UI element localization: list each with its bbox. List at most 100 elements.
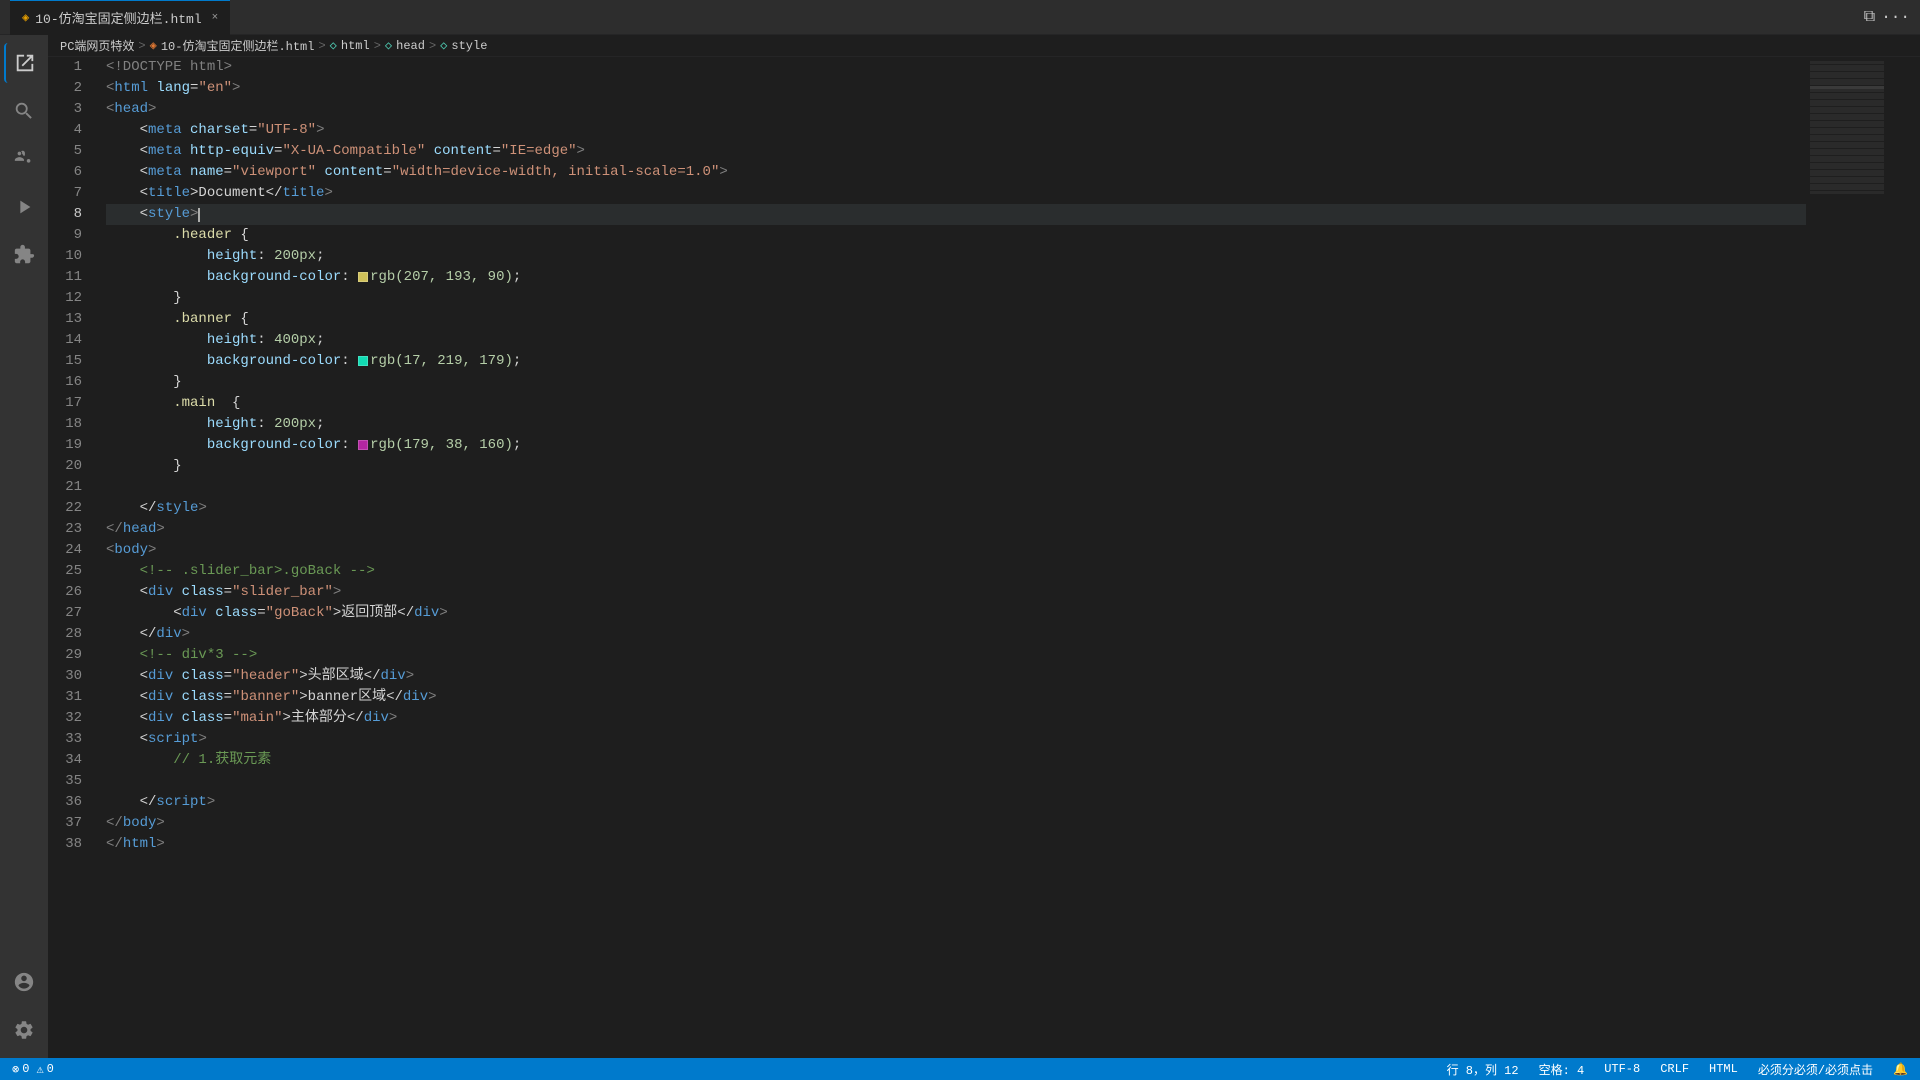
error-count: 0: [22, 1062, 29, 1076]
code-line: <body>: [106, 540, 1806, 561]
status-bar: ⊗ 0 ⚠ 0 行 8，列 12 空格: 4 UTF-8 CRLF HTML 必…: [0, 1058, 1920, 1080]
code-token: >banner区域</: [299, 687, 403, 708]
code-token: [106, 267, 207, 288]
breadcrumb-head-tag[interactable]: head: [396, 39, 425, 53]
breadcrumb-html-icon: ◈: [150, 38, 157, 53]
code-token: class: [182, 708, 224, 729]
code-line: height: 200px;: [106, 246, 1806, 267]
code-token: [173, 666, 181, 687]
tab-close-button[interactable]: ×: [212, 12, 219, 24]
breadcrumb-html-tag[interactable]: html: [341, 39, 370, 53]
code-token: "en": [198, 78, 232, 99]
code-token: title: [148, 183, 190, 204]
code-token: <: [106, 687, 148, 708]
code-token: [425, 141, 433, 162]
code-line: }: [106, 288, 1806, 309]
code-line: height: 400px;: [106, 330, 1806, 351]
account-icon[interactable]: [4, 962, 44, 1002]
code-token: div: [148, 666, 173, 687]
explorer-icon[interactable]: [4, 43, 44, 83]
encoding-status[interactable]: UTF-8: [1600, 1058, 1644, 1080]
settings-icon[interactable]: [4, 1010, 44, 1050]
search-icon[interactable]: [4, 91, 44, 131]
code-token: >: [428, 687, 436, 708]
code-area[interactable]: 1234567891011121314151617181920212223242…: [48, 57, 1806, 1058]
code-token: >: [190, 204, 198, 225]
code-token: div: [148, 708, 173, 729]
extensions-icon[interactable]: [4, 235, 44, 275]
code-line: <div class="main">主体部分</div>: [106, 708, 1806, 729]
code-token: meta: [148, 120, 182, 141]
code-token: <: [106, 582, 148, 603]
errors-status[interactable]: ⊗ 0 ⚠ 0: [8, 1058, 58, 1080]
code-token: >头部区域</: [299, 666, 380, 687]
code-token: </: [106, 624, 156, 645]
code-token: style: [156, 498, 198, 519]
code-token: =: [224, 708, 232, 729]
feedback-status[interactable]: 必须分必须/必须点击: [1754, 1058, 1877, 1080]
code-token: <: [106, 666, 148, 687]
run-debug-icon[interactable]: [4, 187, 44, 227]
code-token: style: [148, 204, 190, 225]
code-line: </div>: [106, 624, 1806, 645]
code-token: :: [341, 435, 358, 456]
code-token: "width=device-width, initial-scale=1.0": [392, 162, 720, 183]
code-token: >返回顶部</: [333, 603, 414, 624]
breadcrumb-folder[interactable]: PC端网页特效: [60, 37, 134, 54]
code-line: <meta http-equiv="X-UA-Compatible" conte…: [106, 141, 1806, 162]
color-swatch: [358, 440, 368, 450]
language-status[interactable]: HTML: [1705, 1058, 1742, 1080]
code-token: ;: [316, 414, 324, 435]
code-token: <: [106, 603, 182, 624]
editor-area[interactable]: 1234567891011121314151617181920212223242…: [48, 57, 1906, 1058]
code-token: >: [198, 729, 206, 750]
line-number: 24: [48, 540, 82, 561]
breadcrumb-file[interactable]: 10-仿淘宝固定侧边栏.html: [161, 37, 315, 54]
code-token: <: [106, 141, 148, 162]
notifications-status[interactable]: 🔔: [1889, 1058, 1912, 1080]
split-editor-button[interactable]: ⧉: [1864, 8, 1875, 26]
line-number: 18: [48, 414, 82, 435]
code-line: </script>: [106, 792, 1806, 813]
language-label: HTML: [1709, 1062, 1738, 1076]
line-number: 11: [48, 267, 82, 288]
line-number: 28: [48, 624, 82, 645]
code-content[interactable]: <!DOCTYPE html><html lang="en"><head> <m…: [90, 57, 1806, 1058]
color-swatch: [358, 356, 368, 366]
code-line: [106, 771, 1806, 792]
code-token: }: [106, 372, 182, 393]
breadcrumb-style-tag[interactable]: style: [451, 39, 487, 53]
code-token: <: [106, 204, 148, 225]
line-number: 3: [48, 99, 82, 120]
code-token: height: [207, 414, 257, 435]
line-col-status[interactable]: 行 8，列 12: [1443, 1058, 1523, 1080]
code-token: =: [224, 162, 232, 183]
more-actions-button[interactable]: ···: [1881, 8, 1910, 26]
code-token: =: [249, 120, 257, 141]
code-token: >Document</: [190, 183, 282, 204]
code-token: </: [106, 519, 123, 540]
line-number: 12: [48, 288, 82, 309]
code-token: [173, 687, 181, 708]
editor-tab[interactable]: ◈ 10-仿淘宝固定侧边栏.html ×: [10, 0, 230, 35]
code-line: <head>: [106, 99, 1806, 120]
line-number: 26: [48, 582, 82, 603]
code-token: [316, 162, 324, 183]
crlf-status[interactable]: CRLF: [1656, 1058, 1693, 1080]
source-control-icon[interactable]: [4, 139, 44, 179]
code-token: >: [439, 603, 447, 624]
line-number: 35: [48, 771, 82, 792]
line-number: 27: [48, 603, 82, 624]
code-token: background-color: [207, 267, 341, 288]
text-cursor: [198, 208, 200, 222]
code-token: ;: [513, 351, 521, 372]
code-token: script: [148, 729, 198, 750]
code-token: rgb(207, 193, 90): [370, 267, 513, 288]
code-token: html: [123, 834, 157, 855]
code-token: :: [257, 330, 274, 351]
spaces-status[interactable]: 空格: 4: [1535, 1058, 1589, 1080]
code-line: <style>: [106, 204, 1806, 225]
code-token: meta: [148, 162, 182, 183]
line-number: 36: [48, 792, 82, 813]
code-token: body: [123, 813, 157, 834]
